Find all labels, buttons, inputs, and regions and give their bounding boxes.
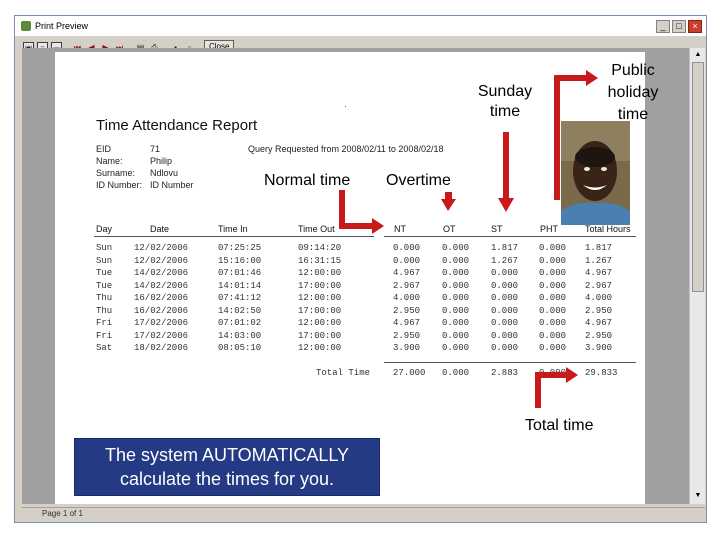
sunday-time-label: Sunday time xyxy=(477,83,533,120)
total-time-arrow xyxy=(535,372,568,408)
total-time-arrowhead xyxy=(566,367,578,383)
normal-time-label: Normal time xyxy=(264,172,351,189)
total-time-label: Total time xyxy=(525,417,594,434)
overtime-arrow-stem xyxy=(445,192,452,200)
employee-photo xyxy=(561,121,630,225)
normal-time-arrow xyxy=(339,190,372,229)
automation-callout: The system AUTOMATICALLY calculate the t… xyxy=(74,438,380,496)
overtime-arrowhead xyxy=(441,199,456,211)
overtime-label: Overtime xyxy=(386,172,451,189)
public-holiday-time-label: Public holiday time xyxy=(607,62,659,123)
sunday-arrowhead xyxy=(498,198,514,212)
normal-time-arrowhead xyxy=(372,218,384,234)
